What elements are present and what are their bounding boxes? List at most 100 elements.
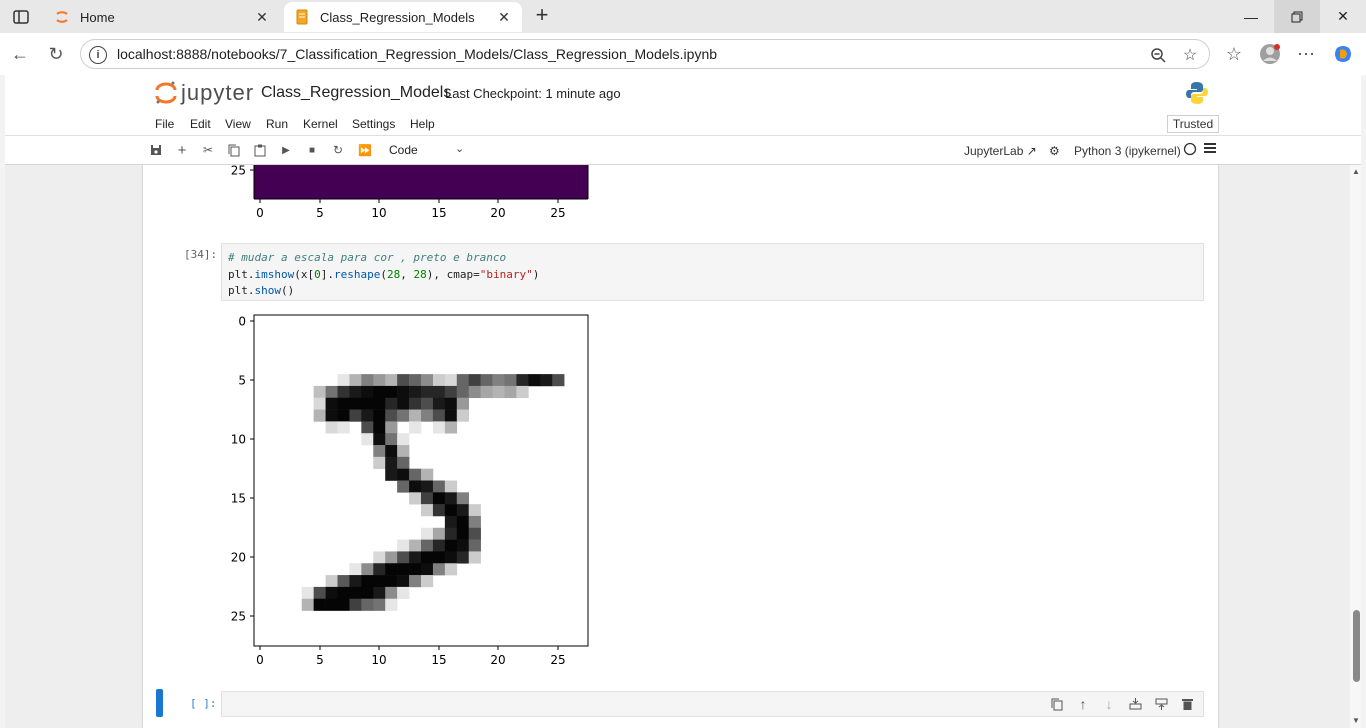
new-tab-icon[interactable]: + [530, 4, 554, 28]
favorite-star-icon[interactable]: ☆ [1179, 44, 1201, 66]
reload-icon[interactable]: ↻ [44, 42, 68, 66]
digit-pixel [409, 468, 422, 481]
digit-pixel [421, 468, 434, 481]
debugger-icon[interactable]: ⚙ [1049, 144, 1060, 158]
x-tick-label: 20 [490, 653, 505, 667]
jupyter-header: jupyter Class_Regression_Models Last Che… [5, 75, 1361, 112]
menu-help[interactable]: Help [410, 117, 435, 131]
browser-tab-notebook[interactable]: Class_Regression_Models ✕ [284, 2, 522, 32]
restart-kernel-icon[interactable]: ↻ [330, 142, 346, 158]
menu-view[interactable]: View [225, 117, 251, 131]
copy-icon[interactable] [226, 142, 242, 158]
vertical-scrollbar[interactable]: ▲ ▼ [1350, 165, 1361, 728]
digit-pixel [313, 385, 326, 399]
digit-pixel [552, 374, 565, 387]
jupyterlab-label: JupyterLab [964, 144, 1024, 158]
scroll-up-icon[interactable]: ▲ [1351, 167, 1361, 177]
code-line: plt.imshow(x[0].reshape(28, 28), cmap="b… [228, 267, 540, 281]
digit-pixel [313, 409, 326, 422]
notebook-favicon-icon [294, 9, 310, 25]
address-bar[interactable]: i localhost:8888/notebooks/7_Classificat… [80, 39, 1210, 69]
site-info-icon[interactable]: i [89, 46, 107, 64]
scroll-thumb[interactable] [1353, 610, 1360, 682]
move-up-icon[interactable]: ↑ [1075, 696, 1091, 712]
tab-actions-icon[interactable] [8, 6, 34, 28]
notebook-scroll-area[interactable]: 25 0 5 10 15 20 25 [34]: # mudar a escal… [5, 165, 1361, 728]
jupyter-logo[interactable]: jupyter [155, 80, 254, 106]
digit-pixel [361, 397, 374, 410]
digit-pixel [480, 374, 493, 387]
x-tick-label: 15 [431, 206, 446, 220]
browser-tab-strip: Home ✕ Class_Regression_Models ✕ + — ✕ [0, 0, 1366, 33]
x-tick-label: 10 [371, 653, 386, 667]
cut-icon[interactable]: ✂ [200, 142, 216, 158]
digit-pixel [409, 563, 422, 576]
duplicate-cell-icon[interactable] [1049, 696, 1065, 712]
save-icon[interactable] [148, 142, 164, 158]
menu-run[interactable]: Run [266, 117, 288, 131]
x-tick-label: 25 [550, 653, 565, 667]
profile-avatar-icon[interactable] [1258, 42, 1282, 66]
close-tab-icon[interactable]: ✕ [254, 9, 270, 25]
digit-pixel [444, 492, 458, 505]
insert-above-icon[interactable] [1127, 696, 1143, 712]
digit-pixel [313, 586, 326, 600]
digit-pixel [492, 385, 505, 399]
restore-icon[interactable] [1274, 0, 1320, 33]
interrupt-kernel-icon[interactable]: ■ [304, 142, 320, 158]
digit-pixel [385, 433, 398, 446]
insert-below-icon[interactable] [1153, 696, 1169, 712]
restart-run-all-icon[interactable]: ⏩ [357, 142, 373, 158]
menu-lines-icon[interactable] [1204, 142, 1216, 157]
digit-pixel [421, 563, 434, 576]
digit-pixel [409, 397, 422, 410]
digit-pixel [409, 492, 422, 505]
digit-pixel [421, 374, 434, 387]
code-cell-editor[interactable]: # mudar a escala para cor , preto e bran… [221, 243, 1204, 301]
digit-pixel [409, 551, 422, 564]
delete-cell-icon[interactable] [1179, 696, 1195, 712]
menu-edit[interactable]: Edit [190, 117, 211, 131]
digit-pixel [385, 421, 398, 434]
minimize-icon[interactable]: — [1228, 0, 1274, 33]
digit-pixel [432, 539, 446, 552]
digit-pixel [397, 374, 410, 387]
notebook-title[interactable]: Class_Regression_Models [261, 84, 451, 102]
close-tab-icon[interactable]: ✕ [496, 9, 512, 25]
trusted-badge[interactable]: Trusted [1167, 115, 1219, 133]
more-menu-icon[interactable]: ⋯ [1294, 42, 1318, 66]
digit-pixel [516, 374, 529, 387]
code-line: # mudar a escala para cor , preto e bran… [228, 251, 507, 264]
digit-pixel [468, 374, 481, 387]
digit-pixel [325, 409, 338, 422]
run-cell-icon[interactable]: ▶ [278, 142, 294, 158]
scroll-down-icon[interactable]: ▼ [1351, 716, 1361, 726]
digit-pixel [349, 409, 362, 422]
copilot-icon[interactable] [1331, 42, 1355, 66]
browser-tab-home[interactable]: Home ✕ [44, 2, 280, 32]
cell-type-select[interactable]: Code ⌄ [389, 143, 469, 157]
x-tick-label: 10 [371, 206, 386, 220]
menu-file[interactable]: File [155, 117, 174, 131]
digit-pixel [349, 385, 362, 399]
kernel-name[interactable]: Python 3 (ipykernel) [1074, 144, 1181, 158]
digit-pixel [325, 575, 338, 588]
add-cell-icon[interactable]: + [174, 142, 190, 159]
close-window-icon[interactable]: ✕ [1320, 0, 1366, 33]
menu-kernel[interactable]: Kernel [303, 117, 338, 131]
paste-icon[interactable] [252, 142, 268, 158]
viridis-image [254, 165, 588, 199]
move-down-icon[interactable]: ↓ [1101, 696, 1117, 712]
digit-pixel [361, 374, 374, 387]
open-jupyterlab-link[interactable]: JupyterLab ↗ [964, 144, 1037, 158]
digit-pixel [456, 551, 470, 564]
digit-pixel [456, 504, 470, 517]
back-icon[interactable]: ← [8, 42, 32, 66]
digit-pixel [421, 539, 434, 552]
y-tick-label: 20 [231, 551, 246, 565]
digit-pixel [421, 397, 434, 410]
menu-settings[interactable]: Settings [352, 117, 395, 131]
jupyter-favicon-icon [54, 9, 70, 25]
zoom-out-icon[interactable] [1147, 44, 1169, 66]
favorites-icon[interactable]: ☆ [1222, 42, 1246, 66]
